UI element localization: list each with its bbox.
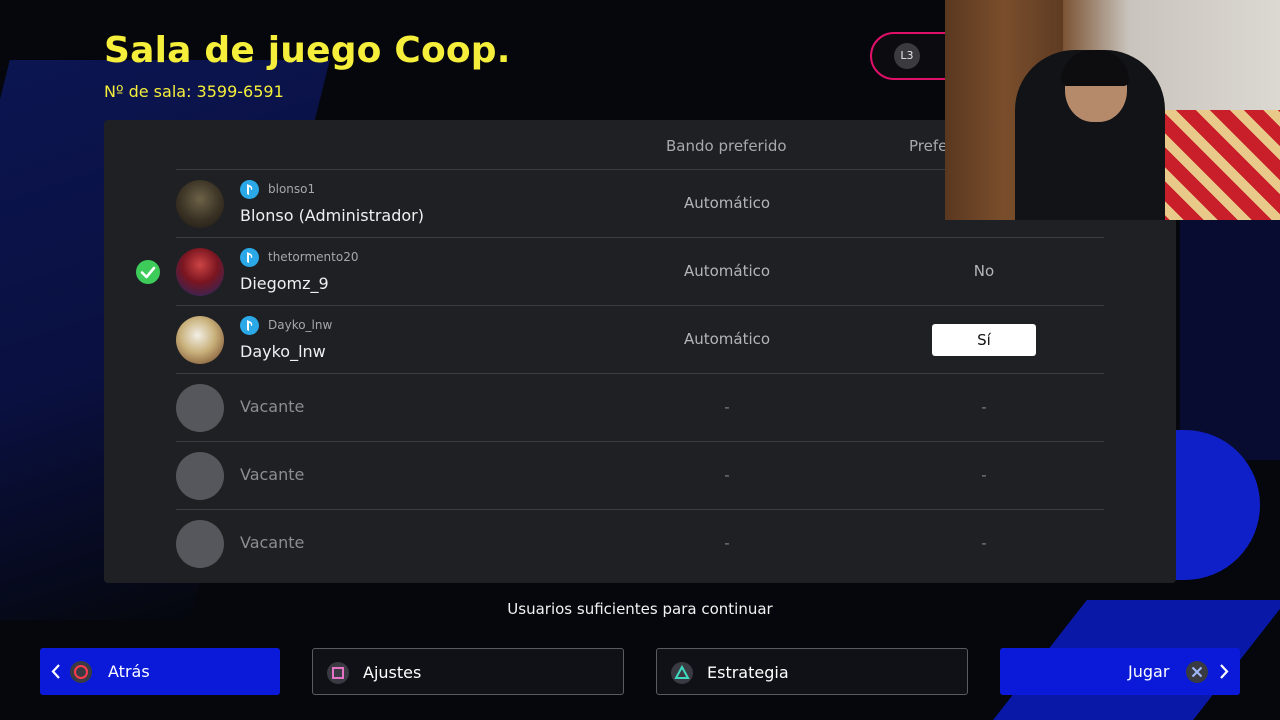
player-avatar [176, 248, 224, 296]
webcam-bed [1150, 110, 1280, 220]
column-header-preference: Prefe [909, 137, 948, 155]
side-value: - [724, 534, 730, 552]
psn-id: Dayko_lnw [268, 318, 333, 332]
page-title: Sala de juego Coop. [104, 30, 511, 71]
vacant-label: Vacante [240, 533, 305, 552]
player-name: Diegomz_9 [240, 274, 329, 293]
ready-check-icon [136, 260, 160, 284]
preference-value: No [973, 262, 995, 280]
playstation-icon [240, 180, 259, 199]
vacant-row: Vacante - - [104, 442, 1176, 510]
empty-avatar [176, 384, 224, 432]
chevron-left-icon [51, 664, 60, 679]
play-label: Jugar [1128, 662, 1170, 681]
vacant-row: Vacante - - [104, 374, 1176, 442]
psn-id: blonso1 [268, 182, 316, 196]
square-button-icon [327, 662, 349, 684]
settings-label: Ajustes [363, 663, 422, 682]
side-value: Automático [683, 194, 771, 212]
back-button[interactable]: Atrás [40, 648, 280, 695]
preference-value: - [981, 398, 987, 416]
preference-value: - [981, 466, 987, 484]
cross-button-icon [1186, 661, 1208, 683]
strategy-label: Estrategia [707, 663, 789, 682]
room-number: Nº de sala: 3599-6591 [104, 82, 284, 101]
side-value: - [724, 398, 730, 416]
side-value: - [724, 466, 730, 484]
preference-selector[interactable]: Sí [932, 324, 1036, 356]
player-name: Dayko_lnw [240, 342, 326, 361]
playstation-icon [240, 248, 259, 267]
empty-avatar [176, 520, 224, 568]
player-row[interactable]: thetormento20 Diegomz_9 Automático No [104, 238, 1176, 306]
vacant-row: Vacante - - [104, 510, 1176, 578]
back-label: Atrás [108, 662, 150, 681]
status-message: Usuarios suficientes para continuar [507, 600, 773, 618]
side-value: Automático [683, 262, 771, 280]
player-name: Blonso (Administrador) [240, 206, 424, 225]
chevron-right-icon [1220, 664, 1229, 679]
player-row[interactable]: Dayko_lnw Dayko_lnw Automático Sí [104, 306, 1176, 374]
settings-button[interactable]: Ajustes [312, 648, 624, 695]
empty-avatar [176, 452, 224, 500]
circle-button-icon [70, 661, 92, 683]
triangle-button-icon [671, 662, 693, 684]
preference-value: - [981, 534, 987, 552]
vacant-label: Vacante [240, 397, 305, 416]
player-avatar [176, 316, 224, 364]
player-avatar [176, 180, 224, 228]
strategy-button[interactable]: Estrategia [656, 648, 968, 695]
playstation-icon [240, 316, 259, 335]
vacant-label: Vacante [240, 465, 305, 484]
column-header-side: Bando preferido [666, 137, 787, 155]
webcam-overlay [945, 0, 1280, 220]
play-button[interactable]: Jugar [1000, 648, 1240, 695]
l3-icon: L3 [894, 43, 920, 69]
side-value: Automático [683, 330, 771, 348]
psn-id: thetormento20 [268, 250, 359, 264]
